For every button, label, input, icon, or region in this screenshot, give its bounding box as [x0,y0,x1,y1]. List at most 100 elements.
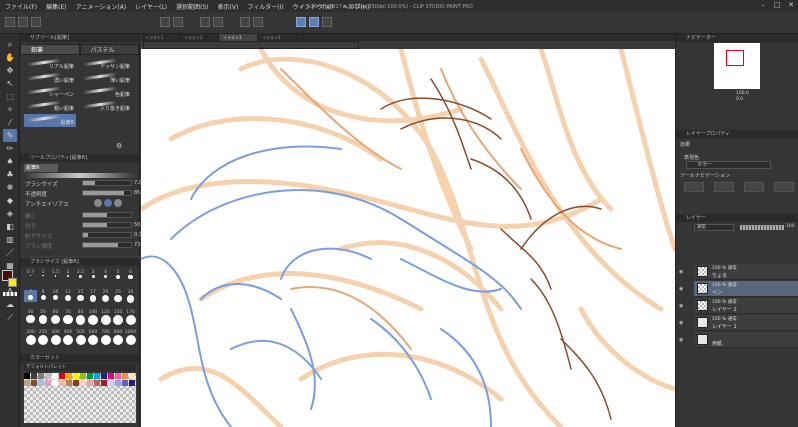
fill-icon[interactable] [213,17,223,27]
doc-tab[interactable]: イラスト4 [258,34,297,41]
brush-size-cell[interactable]: 500 [74,330,87,345]
color-swatch[interactable] [80,380,86,386]
color-swatch[interactable] [87,373,93,379]
redo-icon[interactable] [173,17,183,27]
move-icon[interactable]: ✥ [3,64,17,77]
brush-size-cell[interactable]: 2.5 [74,270,87,282]
hand-icon[interactable]: ✋ [3,51,17,64]
brush-size-cell[interactable]: 600 [87,330,100,345]
nav-button[interactable] [714,182,734,192]
brush-size-cell[interactable]: 0.7 [24,270,37,282]
color-swatch[interactable] [129,373,135,379]
brush-size-cell[interactable]: 200 [24,330,37,345]
brush-item[interactable]: 粗い鉛筆 [24,100,76,113]
brush-item[interactable]: 濃い鉛筆 [24,72,76,85]
gradient-icon[interactable]: ▥ [3,233,17,246]
color-swatch[interactable] [94,373,100,379]
snap-grid-icon[interactable] [322,17,332,27]
visibility-eye-icon[interactable]: ◉ [679,337,683,343]
navigator-preview[interactable] [714,43,760,89]
pen-icon[interactable]: ✎ [3,129,17,142]
particle-slider[interactable] [82,222,132,228]
color-swatch[interactable] [38,373,44,379]
brush-size-cell[interactable]: 1 [37,270,50,282]
antialias-none-option[interactable] [94,199,102,207]
visibility-eye-icon[interactable]: ◉ [679,269,683,275]
doc-tab-active[interactable]: イラスト3 [219,34,258,41]
color-swatch[interactable] [31,373,37,379]
brush-size-cell[interactable]: 60 [49,310,62,324]
selection-icon[interactable]: ⬚ [3,90,17,103]
brush-size-cell[interactable]: 150 [112,310,125,325]
brush-size-cell[interactable]: 6 [124,270,137,282]
auto-select-icon[interactable]: ✧ [3,103,17,116]
expression-select[interactable]: カラー [686,161,771,169]
airbrush-icon[interactable]: ♣ [3,168,17,181]
decoration-icon[interactable]: ❋ [3,181,17,194]
brush-size-cell[interactable]: 12 [62,290,75,302]
antialias-high-option[interactable] [114,199,122,207]
sub-color-swatch[interactable] [8,278,17,287]
brush-size-cell[interactable]: 2 [62,270,75,282]
new-icon[interactable] [5,17,15,27]
hardness-slider[interactable] [82,212,132,218]
visibility-eye-icon[interactable]: ◉ [679,286,683,292]
brush-size-cell[interactable]: 15 [74,290,87,302]
color-swatch[interactable] [101,380,107,386]
blend-mode-select[interactable]: 通常 [694,224,734,231]
color-swatch[interactable] [66,373,72,379]
brush-icon[interactable]: ♠ [3,155,17,168]
brush-size-cell[interactable]: 400 [62,330,75,345]
layer-row[interactable]: 用紙 [694,332,798,348]
brush-size-cell[interactable]: 80 [74,310,87,325]
color-swatch[interactable] [38,380,44,386]
sub-window-bar[interactable] [143,41,359,49]
brush-item[interactable]: 薄い鉛筆 [80,72,132,85]
color-swatch[interactable] [122,373,128,379]
color-swatch[interactable] [66,380,72,386]
menu-view[interactable]: 表示(V) [218,2,239,11]
nav-button[interactable] [684,182,704,192]
eyedropper-icon[interactable]: ⁄ [3,116,17,129]
color-swatch[interactable] [24,380,30,386]
color-swatch[interactable] [108,380,114,386]
color-swatch[interactable] [59,373,65,379]
clear-icon[interactable] [200,17,210,27]
deselect-icon[interactable] [240,17,250,27]
menu-animation[interactable]: アニメーション(A) [76,2,127,11]
tab-pastel[interactable]: パステル [79,44,139,55]
menu-layer[interactable]: レイヤー(L) [135,2,167,11]
brush-size-cell[interactable]: 70 [62,310,75,325]
brush-item[interactable]: 色鉛筆 [80,86,132,99]
invert-selection-icon[interactable] [253,17,263,27]
open-icon[interactable] [18,17,28,27]
snap-special-ruler-icon[interactable] [309,17,319,27]
color-swatch[interactable] [122,380,128,386]
menu-selection[interactable]: 選択範囲(S) [176,2,209,11]
brush-size-cell[interactable]: 1000 [124,330,137,345]
subtool-settings-icon[interactable]: ⚙ [116,142,122,150]
menu-file[interactable]: ファイル(F) [5,2,37,11]
color-swatch[interactable] [108,373,114,379]
tab-pencil[interactable]: 鉛筆 [20,44,80,55]
brush-size-cell[interactable]: 8 [37,290,50,302]
color-swatch[interactable] [73,380,79,386]
blend-icon[interactable]: ◈ [3,207,17,220]
brush-item[interactable]: リアル鉛筆 [24,58,76,71]
brush-size-cell[interactable]: 17 [87,290,100,302]
maximize-icon[interactable]: □ [770,1,784,11]
visibility-eye-icon[interactable]: ◉ [679,303,683,309]
menu-filter[interactable]: フィルター(I) [247,2,283,11]
color-swatch[interactable] [52,373,58,379]
transparent-color-swatch[interactable] [3,292,17,296]
color-swatch[interactable] [115,380,121,386]
balloon-icon[interactable]: ☁ [3,298,17,311]
brush-size-slider[interactable] [82,180,132,186]
brush-size-cell[interactable]: 25 [112,290,125,303]
save-icon[interactable] [31,17,41,27]
brush-item[interactable]: シャーペン [24,86,76,99]
brush-item[interactable]: 入り抜き鉛筆 [80,100,132,113]
nav-button[interactable] [774,182,794,192]
brush-size-cell[interactable]: 800 [112,330,125,345]
color-swatch[interactable] [80,373,86,379]
